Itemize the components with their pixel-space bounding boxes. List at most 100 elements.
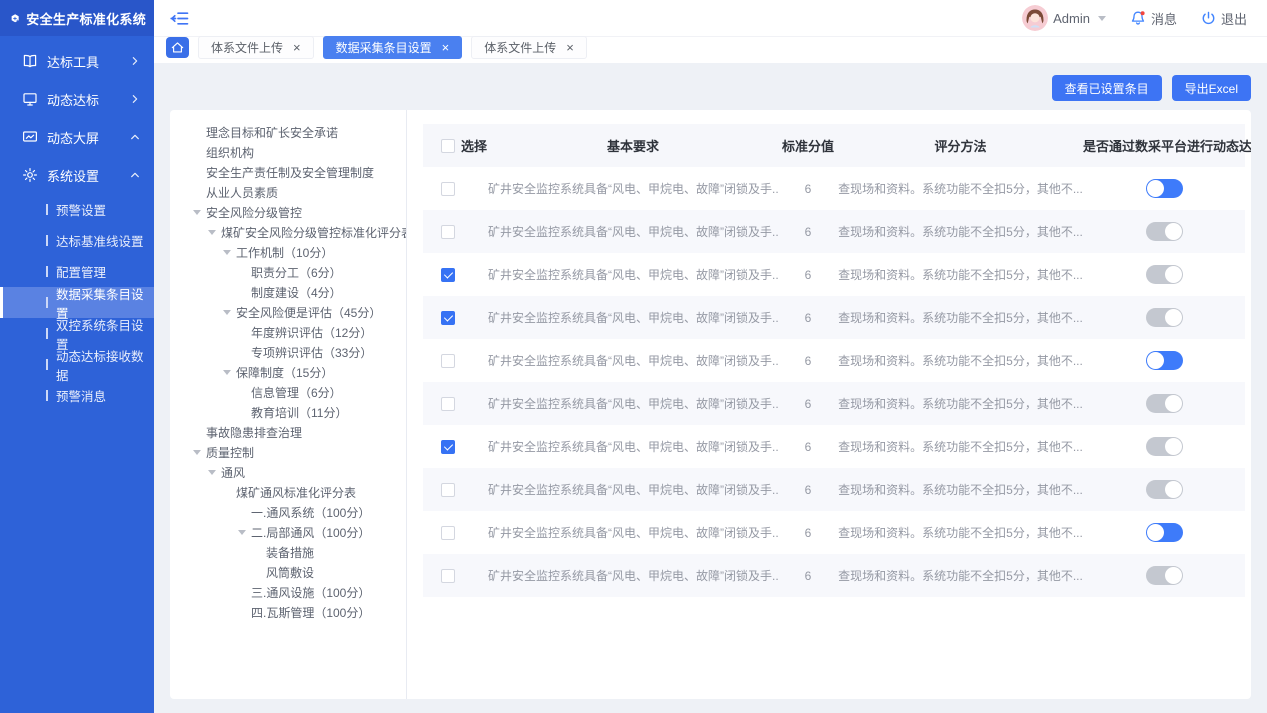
dynamic-toggle[interactable] [1146, 179, 1183, 198]
row-checkbox[interactable] [441, 397, 455, 411]
tree-item-label: 三.通风设施（100分） [251, 584, 370, 601]
select-all-checkbox[interactable] [441, 139, 455, 153]
tree-expand-icon[interactable] [193, 210, 206, 215]
tree-expand-icon[interactable] [238, 530, 251, 535]
tree-item-1[interactable]: 组织机构 [170, 142, 406, 162]
sidebar-subitem-3-2[interactable]: 配置管理 [0, 256, 154, 287]
tree-item-9[interactable]: 安全风险便是评估（45分） [170, 302, 406, 322]
tree-item-10[interactable]: 年度辨识评估（12分） [170, 322, 406, 342]
toggle-knob [1147, 524, 1164, 541]
sidebar-subitem-3-3[interactable]: 数据采集条目设置 [0, 287, 154, 318]
tree-item-13[interactable]: 信息管理（6分） [170, 382, 406, 402]
dynamic-cell [1083, 523, 1245, 542]
requirement-cell: 矿井安全监控系统具备“风电、甲烷电、故障”闭锁及手... [488, 524, 778, 541]
tree-item-22[interactable]: 风筒敷设 [170, 562, 406, 582]
tree-leaf-spacer [238, 330, 251, 335]
tree-expand-icon[interactable] [223, 310, 236, 315]
close-icon[interactable]: × [293, 41, 301, 54]
tab-2[interactable]: 体系文件上传 × [471, 36, 587, 59]
score-cell: 6 [778, 526, 838, 540]
table-body: 矿井安全监控系统具备“风电、甲烷电、故障”闭锁及手...6查现场和资料。系统功能… [423, 167, 1245, 597]
topbar: Admin 消息 [154, 0, 1267, 37]
score-cell: 6 [778, 268, 838, 282]
tree-item-12[interactable]: 保障制度（15分） [170, 362, 406, 382]
chevron-up-icon [130, 130, 140, 145]
dynamic-toggle[interactable] [1146, 523, 1183, 542]
sidebar-item-1[interactable]: 动态达标 [0, 80, 154, 118]
tree-item-18[interactable]: 煤矿通风标准化评分表 [170, 482, 406, 502]
tree-item-4[interactable]: 安全风险分级管控 [170, 202, 406, 222]
tree-item-11[interactable]: 专项辨识评估（33分） [170, 342, 406, 362]
method-cell: 查现场和资料。系统功能不全扣5分，其他不... [838, 395, 1083, 412]
sidebar-item-3[interactable]: 系统设置 [0, 156, 154, 194]
export-excel-button[interactable]: 导出Excel [1172, 75, 1251, 101]
tab-0[interactable]: 体系文件上传× [198, 36, 314, 59]
tree-item-5[interactable]: 煤矿安全风险分级管控标准化评分表 [170, 222, 406, 242]
messages-button[interactable]: 消息 [1130, 9, 1177, 28]
chevron-right-icon [130, 54, 140, 69]
tree-expand-icon[interactable] [208, 470, 221, 475]
sidebar-subitem-3-0[interactable]: 预警设置 [0, 194, 154, 225]
dynamic-toggle[interactable] [1146, 265, 1183, 284]
tree-item-21[interactable]: 装备措施 [170, 542, 406, 562]
dynamic-toggle[interactable] [1146, 566, 1183, 585]
tree-expand-icon[interactable] [223, 370, 236, 375]
row-checkbox[interactable] [441, 311, 455, 325]
row-checkbox[interactable] [441, 526, 455, 540]
close-icon[interactable]: × [566, 41, 574, 54]
tree-item-19[interactable]: 一.通风系统（100分） [170, 502, 406, 522]
sidebar-subitem-3-6[interactable]: 预警消息 [0, 380, 154, 411]
row-checkbox[interactable] [441, 182, 455, 196]
tree-item-3[interactable]: 从业人员素质 [170, 182, 406, 202]
topbar-right: Admin 消息 [1022, 5, 1247, 31]
tree-expand-icon[interactable] [208, 230, 221, 235]
method-cell: 查现场和资料。系统功能不全扣5分，其他不... [838, 524, 1083, 541]
tree-item-14[interactable]: 教育培训（11分） [170, 402, 406, 422]
app-root: 安全生产标准化系统 达标工具动态达标动态大屏系统设置预警设置达标基准线设置配置管… [0, 0, 1267, 713]
dynamic-toggle[interactable] [1146, 480, 1183, 499]
tree-item-6[interactable]: 工作机制（10分） [170, 242, 406, 262]
home-tab-button[interactable] [166, 37, 189, 58]
dynamic-toggle[interactable] [1146, 222, 1183, 241]
tree-item-7[interactable]: 职责分工（6分） [170, 262, 406, 282]
admin-dropdown[interactable]: Admin [1022, 5, 1106, 31]
tab-1[interactable]: 数据采集条目设置× [323, 36, 463, 59]
gear-icon [22, 167, 38, 183]
collapse-sidebar-button[interactable] [168, 9, 191, 28]
monitor-icon [22, 91, 38, 107]
row-checkbox[interactable] [441, 483, 455, 497]
row-checkbox[interactable] [441, 225, 455, 239]
tree-item-15[interactable]: 事故隐患排查治理 [170, 422, 406, 442]
tree-item-17[interactable]: 通风 [170, 462, 406, 482]
score-cell: 6 [778, 311, 838, 325]
sidebar-subitem-3-4[interactable]: 双控系统条目设置 [0, 318, 154, 349]
dynamic-toggle[interactable] [1146, 351, 1183, 370]
sidebar-item-2[interactable]: 动态大屏 [0, 118, 154, 156]
tree-expand-icon[interactable] [223, 250, 236, 255]
logout-button[interactable]: 退出 [1201, 9, 1247, 28]
tree-item-23[interactable]: 三.通风设施（100分） [170, 582, 406, 602]
tree-item-16[interactable]: 质量控制 [170, 442, 406, 462]
dynamic-toggle[interactable] [1146, 437, 1183, 456]
tree-leaf-spacer [193, 130, 206, 135]
sidebar-item-0[interactable]: 达标工具 [0, 42, 154, 80]
row-checkbox[interactable] [441, 268, 455, 282]
sidebar-subitem-3-1[interactable]: 达标基准线设置 [0, 225, 154, 256]
dynamic-toggle[interactable] [1146, 394, 1183, 413]
view-configured-items-button[interactable]: 查看已设置条目 [1052, 75, 1162, 101]
tab-label: 体系文件上传 [484, 39, 556, 56]
tree-item-8[interactable]: 制度建设（4分） [170, 282, 406, 302]
dynamic-toggle[interactable] [1146, 308, 1183, 327]
tree-item-2[interactable]: 安全生产责任制及安全管理制度 [170, 162, 406, 182]
close-icon[interactable]: × [442, 41, 450, 54]
tree-leaf-spacer [238, 350, 251, 355]
tree-expand-icon[interactable] [193, 450, 206, 455]
row-checkbox[interactable] [441, 354, 455, 368]
tree-item-0[interactable]: 理念目标和矿长安全承诺 [170, 122, 406, 142]
row-checkbox[interactable] [441, 569, 455, 583]
row-checkbox[interactable] [441, 440, 455, 454]
tree-item-24[interactable]: 四.瓦斯管理（100分） [170, 602, 406, 622]
tree-item-20[interactable]: 二.局部通风（100分） [170, 522, 406, 542]
avatar-image [1022, 5, 1048, 31]
sidebar-subitem-3-5[interactable]: 动态达标接收数据 [0, 349, 154, 380]
